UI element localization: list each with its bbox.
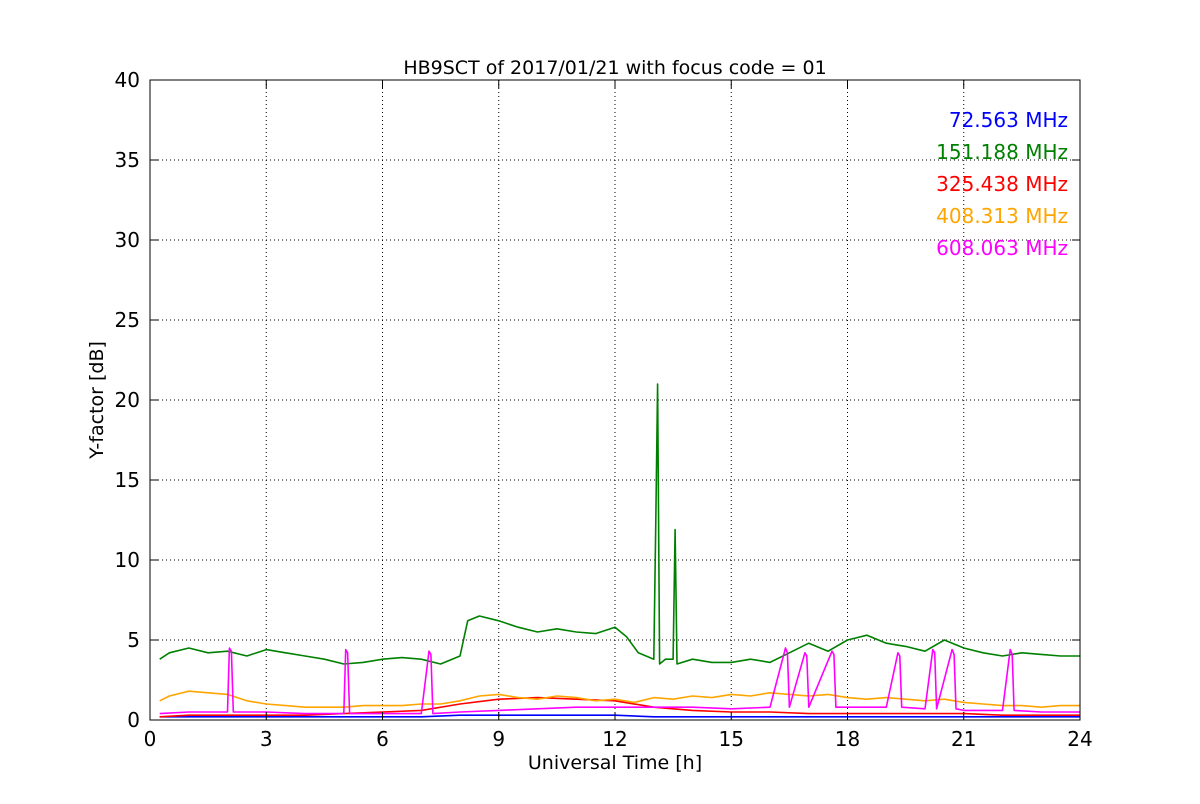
x-tick-label: 6 <box>376 727 389 751</box>
legend-entry-3: 408.313 MHz <box>936 204 1068 228</box>
x-tick-label: 21 <box>951 727 976 751</box>
y-tick-label: 5 <box>127 628 140 652</box>
legend-entry-0: 72.563 MHz <box>949 108 1068 132</box>
y-tick-label: 40 <box>115 68 140 92</box>
x-axis-label: Universal Time [h] <box>528 752 702 774</box>
legend-entry-2: 325.438 MHz <box>936 172 1068 196</box>
x-tick-label: 18 <box>835 727 860 751</box>
chart-svg: 0 3 6 9 12 15 18 21 24 0 5 10 15 20 25 30 35 40 HB9SCT of… <box>0 0 1200 800</box>
x-tick-label: 15 <box>719 727 744 751</box>
legend-entry-4: 608.063 MHz <box>936 236 1068 260</box>
y-tick-label: 30 <box>115 228 140 252</box>
x-tick-label: 3 <box>260 727 273 751</box>
y-tick-label: 20 <box>115 388 140 412</box>
y-tick-label: 10 <box>115 548 140 572</box>
y-axis-label: Y-factor [dB] <box>86 341 108 460</box>
legend-entry-1: 151.188 MHz <box>936 140 1068 164</box>
chart-figure: 0 3 6 9 12 15 18 21 24 0 5 10 15 20 25 30 35 40 HB9SCT of… <box>0 0 1200 800</box>
x-tick-label: 9 <box>492 727 505 751</box>
legend: 72.563 MHz 151.188 MHz 325.438 MHz 408.313 … <box>936 108 1068 260</box>
chart-title: HB9SCT of 2017/01/21 with focus code = 0… <box>403 57 826 79</box>
y-tick-label: 25 <box>115 308 140 332</box>
x-tick-label: 12 <box>602 727 627 751</box>
x-tick-label: 24 <box>1067 727 1092 751</box>
y-tick-label: 35 <box>115 148 140 172</box>
y-tick-label: 0 <box>127 708 140 732</box>
y-tick-label: 15 <box>115 468 140 492</box>
x-tick-label: 0 <box>144 727 157 751</box>
